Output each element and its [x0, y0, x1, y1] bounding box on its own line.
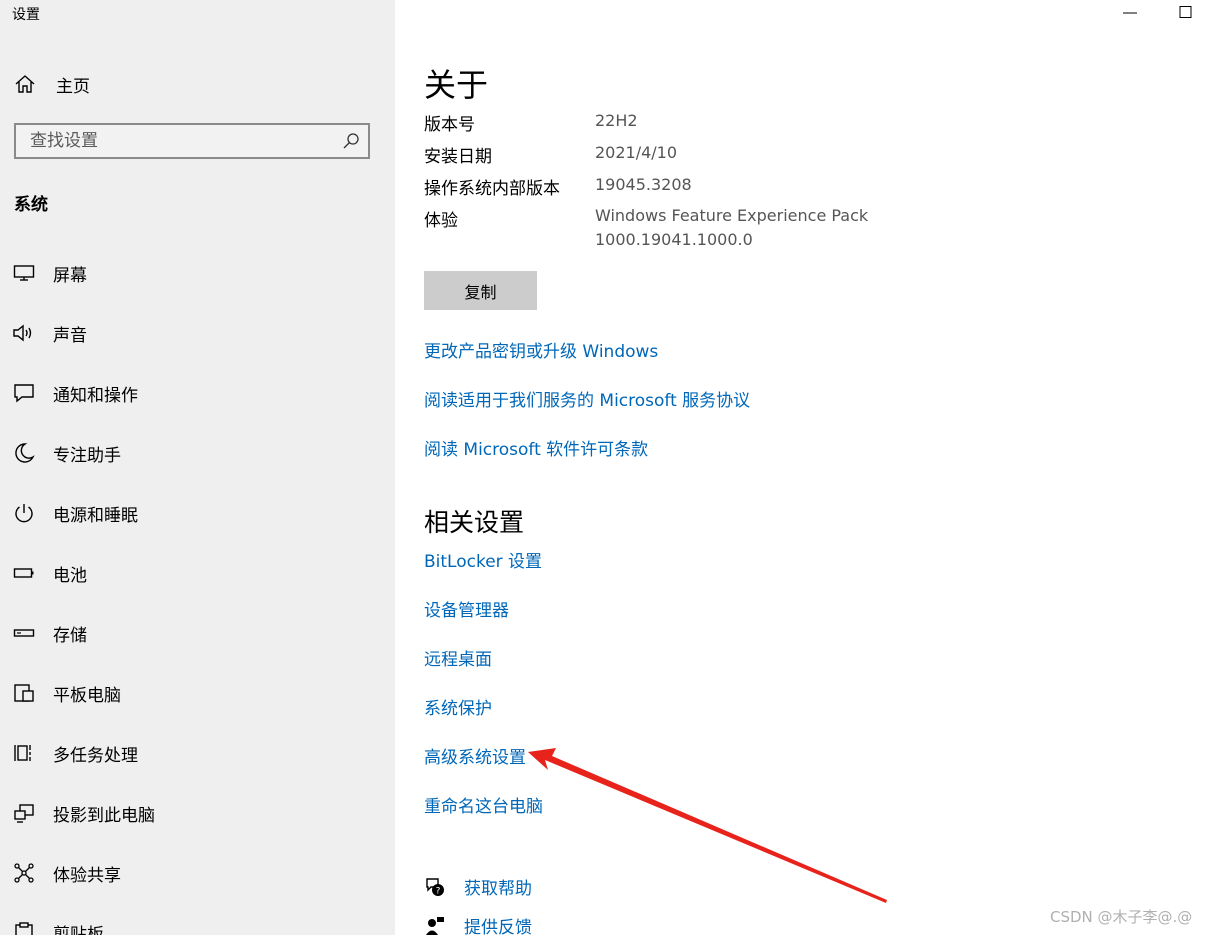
- power-icon: [12, 501, 36, 525]
- sidebar-item-tablet[interactable]: 平板电脑: [12, 679, 382, 707]
- link-rename-pc[interactable]: 重命名这台电脑: [424, 792, 543, 817]
- projection-icon: [12, 801, 36, 825]
- sidebar: 设置 主页 系统 屏幕 声音 通知和操作 专注助: [0, 0, 395, 935]
- sidebar-item-storage[interactable]: 存储: [12, 619, 382, 647]
- sidebar-item-power-sleep[interactable]: 电源和睡眠: [12, 499, 382, 527]
- feedback-icon: [426, 916, 444, 935]
- sidebar-item-notifications[interactable]: 通知和操作: [12, 379, 382, 407]
- share-icon: [12, 861, 36, 885]
- search-input[interactable]: [16, 125, 330, 157]
- link-system-protection[interactable]: 系统保护: [424, 694, 492, 719]
- get-help-label: 获取帮助: [464, 879, 532, 899]
- sidebar-item-label: 声音: [53, 325, 87, 346]
- sidebar-item-label: 剪贴板: [53, 924, 104, 936]
- info-label-version: 版本号: [424, 115, 475, 135]
- home-icon: [15, 75, 35, 93]
- sidebar-home[interactable]: 主页: [14, 70, 90, 98]
- sidebar-item-label: 专注助手: [53, 445, 121, 466]
- section-heading-system: 系统: [14, 195, 48, 215]
- link-device-manager[interactable]: 设备管理器: [424, 596, 509, 621]
- sidebar-item-focus-assist[interactable]: 专注助手: [12, 439, 382, 467]
- sidebar-item-label: 体验共享: [53, 865, 121, 886]
- related-settings-title: 相关设置: [424, 508, 525, 537]
- link-microsoft-services-agreement[interactable]: 阅读适用于我们服务的 Microsoft 服务协议: [424, 386, 750, 411]
- sidebar-home-label: 主页: [56, 76, 90, 97]
- sidebar-item-project-to-pc[interactable]: 投影到此电脑: [12, 799, 382, 827]
- link-bitlocker-settings[interactable]: BitLocker 设置: [424, 547, 542, 572]
- notification-icon: [12, 381, 36, 405]
- sidebar-item-sound[interactable]: 声音: [12, 319, 382, 347]
- info-label-os-build: 操作系统内部版本: [424, 179, 560, 199]
- help-chat-icon: ?: [426, 877, 444, 896]
- watermark: CSDN @木子李@.@: [1050, 908, 1193, 926]
- copy-button[interactable]: 复制: [424, 271, 537, 310]
- sidebar-item-multitasking[interactable]: 多任务处理: [12, 739, 382, 767]
- sidebar-item-label: 存储: [53, 625, 87, 646]
- info-value-version: 22H2: [595, 111, 638, 130]
- sidebar-item-label: 屏幕: [53, 265, 87, 286]
- link-software-license-terms[interactable]: 阅读 Microsoft 软件许可条款: [424, 435, 648, 460]
- storage-icon: [12, 621, 36, 645]
- info-value-os-build: 19045.3208: [595, 175, 692, 194]
- window-title: 设置: [12, 7, 40, 23]
- svg-text:?: ?: [436, 886, 441, 896]
- minimize-icon[interactable]: [1120, 2, 1140, 22]
- sidebar-item-label: 通知和操作: [53, 385, 138, 406]
- multitasking-icon: [12, 741, 36, 765]
- give-feedback-label: 提供反馈: [464, 918, 532, 938]
- battery-icon: [12, 561, 36, 585]
- search-icon[interactable]: [342, 132, 360, 150]
- link-remote-desktop[interactable]: 远程桌面: [424, 645, 492, 670]
- info-label-install-date: 安装日期: [424, 147, 492, 167]
- sidebar-item-clipboard[interactable]: 剪贴板: [12, 918, 382, 935]
- give-feedback-link[interactable]: 提供反馈: [424, 913, 532, 938]
- maximize-icon[interactable]: [1176, 2, 1196, 22]
- page-title: 关于: [424, 66, 489, 104]
- sidebar-item-label: 电池: [53, 565, 87, 586]
- speaker-icon: [12, 321, 36, 345]
- sidebar-item-label: 平板电脑: [53, 685, 121, 706]
- link-change-product-key[interactable]: 更改产品密钥或升级 Windows: [424, 337, 658, 362]
- clipboard-icon: [12, 920, 36, 935]
- sidebar-item-label: 电源和睡眠: [53, 505, 138, 526]
- monitor-icon: [12, 261, 36, 285]
- moon-icon: [12, 441, 36, 465]
- sidebar-item-display[interactable]: 屏幕: [12, 259, 382, 287]
- sidebar-item-label: 多任务处理: [53, 745, 138, 766]
- tablet-icon: [12, 681, 36, 705]
- info-value-experience-version: 1000.19041.1000.0: [595, 230, 753, 249]
- info-value-install-date: 2021/4/10: [595, 143, 678, 162]
- link-advanced-system-settings[interactable]: 高级系统设置: [424, 743, 526, 768]
- search-box[interactable]: [14, 123, 370, 159]
- sidebar-item-shared-experiences[interactable]: 体验共享: [12, 859, 382, 887]
- info-label-experience: 体验: [424, 211, 458, 231]
- info-value-experience: Windows Feature Experience Pack: [595, 206, 869, 225]
- get-help-link[interactable]: ? 获取帮助: [424, 874, 532, 899]
- sidebar-item-label: 投影到此电脑: [53, 805, 155, 826]
- sidebar-item-battery[interactable]: 电池: [12, 559, 382, 587]
